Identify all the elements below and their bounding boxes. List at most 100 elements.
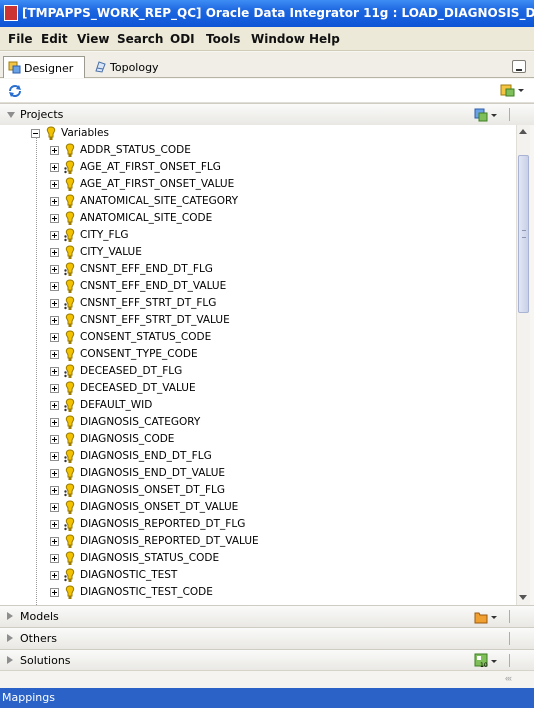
- menu-edit[interactable]: Edit: [41, 32, 68, 46]
- expand-node-icon[interactable]: [50, 333, 59, 342]
- tree-item-label: DIAGNOSIS_REPORTED_DT_FLG: [80, 518, 246, 530]
- tree-item-label: ANATOMICAL_SITE_CODE: [80, 212, 213, 224]
- tab-designer[interactable]: Designer: [3, 56, 85, 78]
- tree-scrollbar[interactable]: [516, 125, 530, 605]
- scroll-up-arrow-icon[interactable]: [519, 129, 527, 134]
- variable-icon: [65, 551, 75, 565]
- expand-node-icon[interactable]: [50, 384, 59, 393]
- refresh-variable-icon: [64, 568, 75, 582]
- refresh-variable-icon: [64, 160, 75, 174]
- expand-node-icon[interactable]: [50, 265, 59, 274]
- expand-node-icon[interactable]: [50, 350, 59, 359]
- menu-help[interactable]: Help: [309, 32, 340, 46]
- tree-item-label: DIAGNOSIS_CATEGORY: [80, 416, 201, 428]
- tree-item-label: DECEASED_DT_FLG: [80, 365, 183, 377]
- new-item-menu-icon[interactable]: [500, 82, 526, 98]
- menu-window[interactable]: Window: [251, 32, 305, 46]
- refresh-variable-icon: [64, 449, 75, 463]
- menu-odi[interactable]: ODI: [170, 32, 195, 46]
- tab-designer-label: Designer: [24, 62, 74, 75]
- variables-folder-label: Variables: [61, 127, 109, 139]
- expand-node-icon[interactable]: [50, 316, 59, 325]
- header-separator: [509, 654, 510, 667]
- expand-node-icon[interactable]: [50, 163, 59, 172]
- expand-node-icon[interactable]: [50, 588, 59, 597]
- expand-node-icon[interactable]: [50, 231, 59, 240]
- panel-resize-handle-icon[interactable]: ‹‹‹: [505, 673, 512, 683]
- tree-connector-line: [36, 137, 37, 605]
- solutions-section-header[interactable]: Solutions 10: [0, 649, 534, 671]
- variable-icon: [65, 194, 75, 208]
- tree-item-label: DEFAULT_WID: [80, 399, 153, 411]
- minimize-button[interactable]: [512, 60, 526, 73]
- expand-icon[interactable]: [7, 612, 13, 620]
- expand-node-icon[interactable]: [50, 180, 59, 189]
- title-bar[interactable]: [TMPAPPS_WORK_REP_QC] Oracle Data Integr…: [0, 0, 534, 27]
- projects-menu-icon[interactable]: [474, 107, 500, 123]
- refresh-icon[interactable]: [7, 83, 23, 99]
- models-menu-icon[interactable]: [474, 609, 500, 625]
- variable-icon: [65, 466, 75, 480]
- tab-topology[interactable]: Topology: [90, 56, 170, 78]
- others-section-header[interactable]: Others: [0, 627, 534, 649]
- variable-icon: [65, 211, 75, 225]
- expand-node-icon[interactable]: [50, 197, 59, 206]
- expand-node-icon[interactable]: [50, 401, 59, 410]
- expand-icon[interactable]: [7, 634, 13, 642]
- tree-item-label: DECEASED_DT_VALUE: [80, 382, 196, 394]
- menu-view[interactable]: View: [77, 32, 109, 46]
- solutions-menu-icon[interactable]: 10: [474, 653, 500, 669]
- expand-node-icon[interactable]: [50, 146, 59, 155]
- expand-node-icon[interactable]: [50, 452, 59, 461]
- designer-icon: [8, 61, 21, 74]
- tree-item-label: CONSENT_STATUS_CODE: [80, 331, 212, 343]
- variable-icon: [65, 279, 75, 293]
- tree-item-label: CONSENT_TYPE_CODE: [80, 348, 198, 360]
- expand-node-icon[interactable]: [50, 418, 59, 427]
- scroll-down-arrow-icon[interactable]: [519, 595, 527, 600]
- scroll-thumb[interactable]: [518, 155, 529, 313]
- menu-tools[interactable]: Tools: [206, 32, 240, 46]
- expand-node-icon[interactable]: [50, 554, 59, 563]
- expand-node-icon[interactable]: [50, 248, 59, 257]
- projects-label: Projects: [20, 108, 64, 121]
- expand-node-icon[interactable]: [50, 520, 59, 529]
- expand-node-icon[interactable]: [50, 486, 59, 495]
- expand-node-icon[interactable]: [50, 282, 59, 291]
- menu-file[interactable]: File: [8, 32, 33, 46]
- expand-node-icon[interactable]: [50, 469, 59, 478]
- variable-icon: [65, 143, 75, 157]
- variable-icon: [65, 330, 75, 344]
- variable-icon: [65, 177, 75, 191]
- expand-node-icon[interactable]: [50, 503, 59, 512]
- models-section-header[interactable]: Models: [0, 605, 534, 627]
- variable-icon: [65, 534, 75, 548]
- variable-icon: [65, 585, 75, 599]
- expand-node-icon[interactable]: [50, 214, 59, 223]
- variable-icon: [46, 126, 56, 140]
- header-separator: [509, 610, 510, 623]
- expand-node-icon[interactable]: [50, 367, 59, 376]
- header-separator: [509, 632, 510, 645]
- tree-item-label: CNSNT_EFF_STRT_DT_VALUE: [80, 314, 230, 326]
- expand-node-icon[interactable]: [50, 571, 59, 580]
- variable-icon: [65, 415, 75, 429]
- expand-icon[interactable]: [7, 656, 13, 664]
- projects-section-header[interactable]: Projects: [0, 103, 534, 125]
- tab-topology-label: Topology: [110, 61, 159, 74]
- variable-icon: [65, 432, 75, 446]
- expand-node-icon[interactable]: [50, 435, 59, 444]
- expand-node-icon[interactable]: [50, 299, 59, 308]
- tree-item-label: AGE_AT_FIRST_ONSET_FLG: [80, 161, 221, 173]
- variable-icon: [65, 347, 75, 361]
- expand-node-icon[interactable]: [50, 537, 59, 546]
- refresh-variable-icon: [64, 398, 75, 412]
- collapse-icon[interactable]: [7, 112, 15, 118]
- tree-item-label: AGE_AT_FIRST_ONSET_VALUE: [80, 178, 235, 190]
- tree-item-label: DIAGNOSIS_ONSET_DT_VALUE: [80, 501, 239, 513]
- window-title: [TMPAPPS_WORK_REP_QC] Oracle Data Integr…: [22, 6, 534, 20]
- tree-item-label: DIAGNOSIS_END_DT_VALUE: [80, 467, 226, 479]
- tree-item-label: CITY_VALUE: [80, 246, 142, 258]
- tree-item-label: DIAGNOSIS_REPORTED_DT_VALUE: [80, 535, 259, 547]
- menu-search[interactable]: Search: [117, 32, 163, 46]
